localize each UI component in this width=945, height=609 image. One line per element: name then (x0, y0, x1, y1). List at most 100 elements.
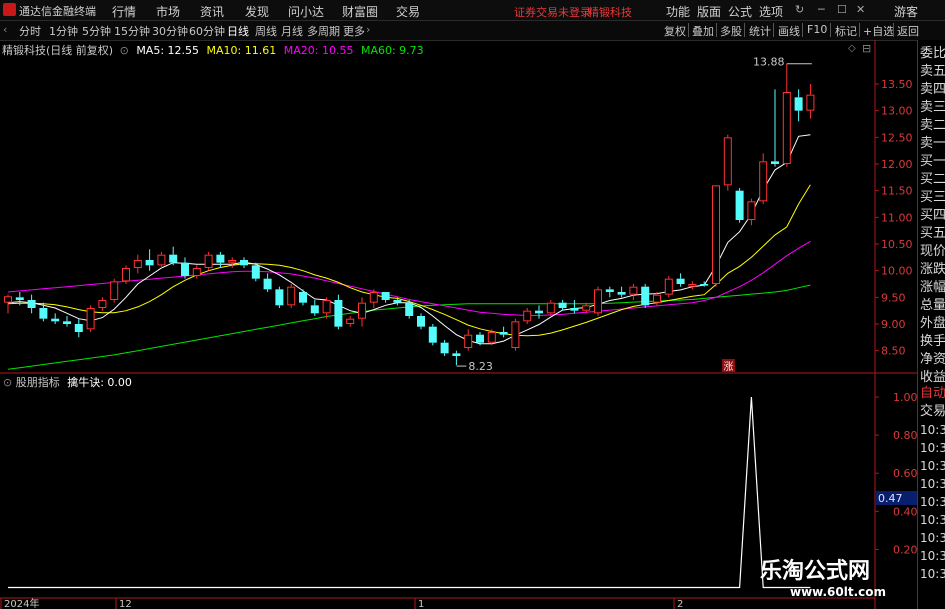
menu-wenxiaoda[interactable]: 问小达 (288, 3, 324, 20)
tab-yuexian[interactable]: 月线 (281, 23, 303, 39)
side-zongliang[interactable]: 总量 (920, 298, 945, 314)
side-buy4[interactable]: 买四 (920, 208, 945, 224)
side-shouyi[interactable]: 收益 (920, 370, 945, 386)
candle (15, 292, 24, 306)
ma-info-row: 精锻科技(日线 前复权) ⊙ MA5: 12.55 MA10: 11.61 MA… (2, 42, 424, 58)
login-status[interactable]: 证券交易未登录 (514, 4, 591, 20)
tab-15min[interactable]: 15分钟 (114, 23, 150, 39)
menu-banmian[interactable]: 版面 (697, 3, 721, 20)
ind-y-tick-label: 0.80 (893, 429, 918, 442)
annotations-layer: 13.88 8.23 涨 (456, 56, 812, 373)
candle (688, 281, 697, 290)
side-time: 10:30 (920, 423, 945, 437)
candle (263, 273, 272, 292)
menu-gongneng[interactable]: 功能 (666, 3, 690, 20)
side-huanshou[interactable]: 换手 (920, 334, 945, 350)
more-options-icon[interactable]: ⊟ (862, 42, 871, 55)
candle-body (74, 324, 83, 332)
candle (605, 286, 614, 298)
y-tick-label: 12.00 (881, 158, 913, 171)
candle-body (63, 321, 71, 324)
toolbar-arrow-icon[interactable]: ‹ (3, 23, 7, 36)
menu-caifuquan[interactable]: 财富圈 (342, 3, 378, 20)
tab-fenshi[interactable]: 分时 (19, 23, 41, 39)
side-maisi[interactable]: 卖四 (920, 82, 945, 98)
huaxian-button[interactable]: 画线 (778, 23, 800, 39)
candle-body (582, 305, 591, 311)
candle-body (605, 289, 614, 292)
f10-button[interactable]: F10 (807, 23, 827, 36)
high-label: 13.88 (753, 56, 785, 69)
side-buy3[interactable]: 买三 (920, 190, 945, 206)
minimize-icon[interactable]: ─ (818, 3, 825, 16)
tab-gengduo[interactable]: 更多 (343, 23, 365, 39)
side-jingzi[interactable]: 净资 (920, 352, 945, 368)
tab-5min[interactable]: 5分钟 (82, 23, 111, 39)
menu-faxian[interactable]: 发现 (245, 3, 269, 20)
tab-rixian[interactable]: 日线 (227, 23, 249, 39)
more-chevron-icon[interactable]: › (366, 23, 370, 36)
side-maiwu[interactable]: 卖五 (920, 64, 945, 80)
refresh-icon[interactable]: ↻ (795, 3, 804, 16)
side-zhangdie[interactable]: 涨跌 (920, 262, 945, 278)
tab-1min[interactable]: 1分钟 (49, 23, 78, 39)
settings-circle-icon[interactable]: ⊙ (120, 44, 129, 57)
candle (169, 246, 178, 266)
ind-y-tick-label: 0.60 (893, 467, 918, 480)
guest-user[interactable]: 游客 (894, 3, 918, 20)
candle-body (133, 260, 142, 268)
candle-body (535, 310, 543, 314)
diamond-icon[interactable]: ◇ (848, 43, 856, 54)
indicator-settings-icon[interactable]: ⊙ (3, 376, 12, 389)
period-toolbar: ‹ 分时 1分钟 5分钟 15分钟 30分钟 60分钟 日线 周线 月线 多周期… (0, 21, 945, 41)
candle-body (393, 300, 402, 303)
side-jiaoyi[interactable]: 交易 (920, 404, 945, 420)
diejia-button[interactable]: 叠加 (692, 23, 714, 39)
side-waipan[interactable]: 外盘 (920, 316, 945, 332)
maximize-icon[interactable]: ☐ (837, 3, 847, 16)
y-tick-label: 8.50 (881, 345, 906, 358)
biaoji-button[interactable]: 标记 (835, 23, 857, 39)
candle (747, 198, 756, 226)
side-zidong[interactable]: 自动 (920, 386, 945, 402)
side-buy2[interactable]: 买二 (920, 172, 945, 188)
y-tick-label: 10.00 (881, 265, 913, 278)
side-xianjia[interactable]: 现价 (920, 244, 945, 260)
close-icon[interactable]: ✕ (856, 3, 865, 16)
side-zhangfu[interactable]: 涨幅 (920, 280, 945, 296)
candle-body (641, 286, 650, 306)
side-maisan[interactable]: 卖三 (920, 100, 945, 116)
candle (240, 257, 248, 268)
indicator-info-row: ⊙ 股朋指标 擒牛诀: 0.00 (3, 374, 132, 390)
add-watchlist-button[interactable]: +自选 (863, 23, 894, 39)
menu-gongshi[interactable]: 公式 (728, 3, 752, 20)
menu-hangqing[interactable]: 行情 (112, 3, 136, 20)
menu-zixun[interactable]: 资讯 (200, 3, 224, 20)
side-maiyi[interactable]: 卖一 (920, 136, 945, 152)
back-button[interactable]: 返回 (897, 23, 919, 39)
candle (216, 252, 225, 268)
candle (664, 276, 673, 298)
candle (122, 265, 130, 284)
side-weibi[interactable]: 委比 (920, 46, 945, 62)
y-tick-label: 13.00 (881, 105, 913, 118)
menu-shichang[interactable]: 市场 (156, 3, 180, 20)
side-maier[interactable]: 卖二 (920, 118, 945, 134)
tab-30min[interactable]: 30分钟 (152, 23, 188, 39)
tab-duozhouqi[interactable]: 多周期 (307, 23, 340, 39)
indicator-name[interactable]: 股朋指标 (16, 376, 60, 389)
stock-link[interactable]: 精锻科技 (588, 4, 632, 20)
side-buy1[interactable]: 买一 (920, 154, 945, 170)
menu-jiaoyi[interactable]: 交易 (396, 3, 420, 20)
side-buy5[interactable]: 买五 (920, 226, 945, 242)
fuquan-button[interactable]: 复权 (664, 23, 686, 39)
tab-zhouxian[interactable]: 周线 (255, 23, 277, 39)
candle (74, 318, 83, 338)
tab-60min[interactable]: 60分钟 (189, 23, 225, 39)
duogu-button[interactable]: 多股 (720, 23, 742, 39)
menu-xuanxiang[interactable]: 选项 (759, 3, 783, 20)
candle (63, 316, 71, 327)
tongji-button[interactable]: 统计 (749, 23, 771, 39)
side-time: 10:31 (920, 549, 945, 563)
candle (487, 329, 496, 346)
